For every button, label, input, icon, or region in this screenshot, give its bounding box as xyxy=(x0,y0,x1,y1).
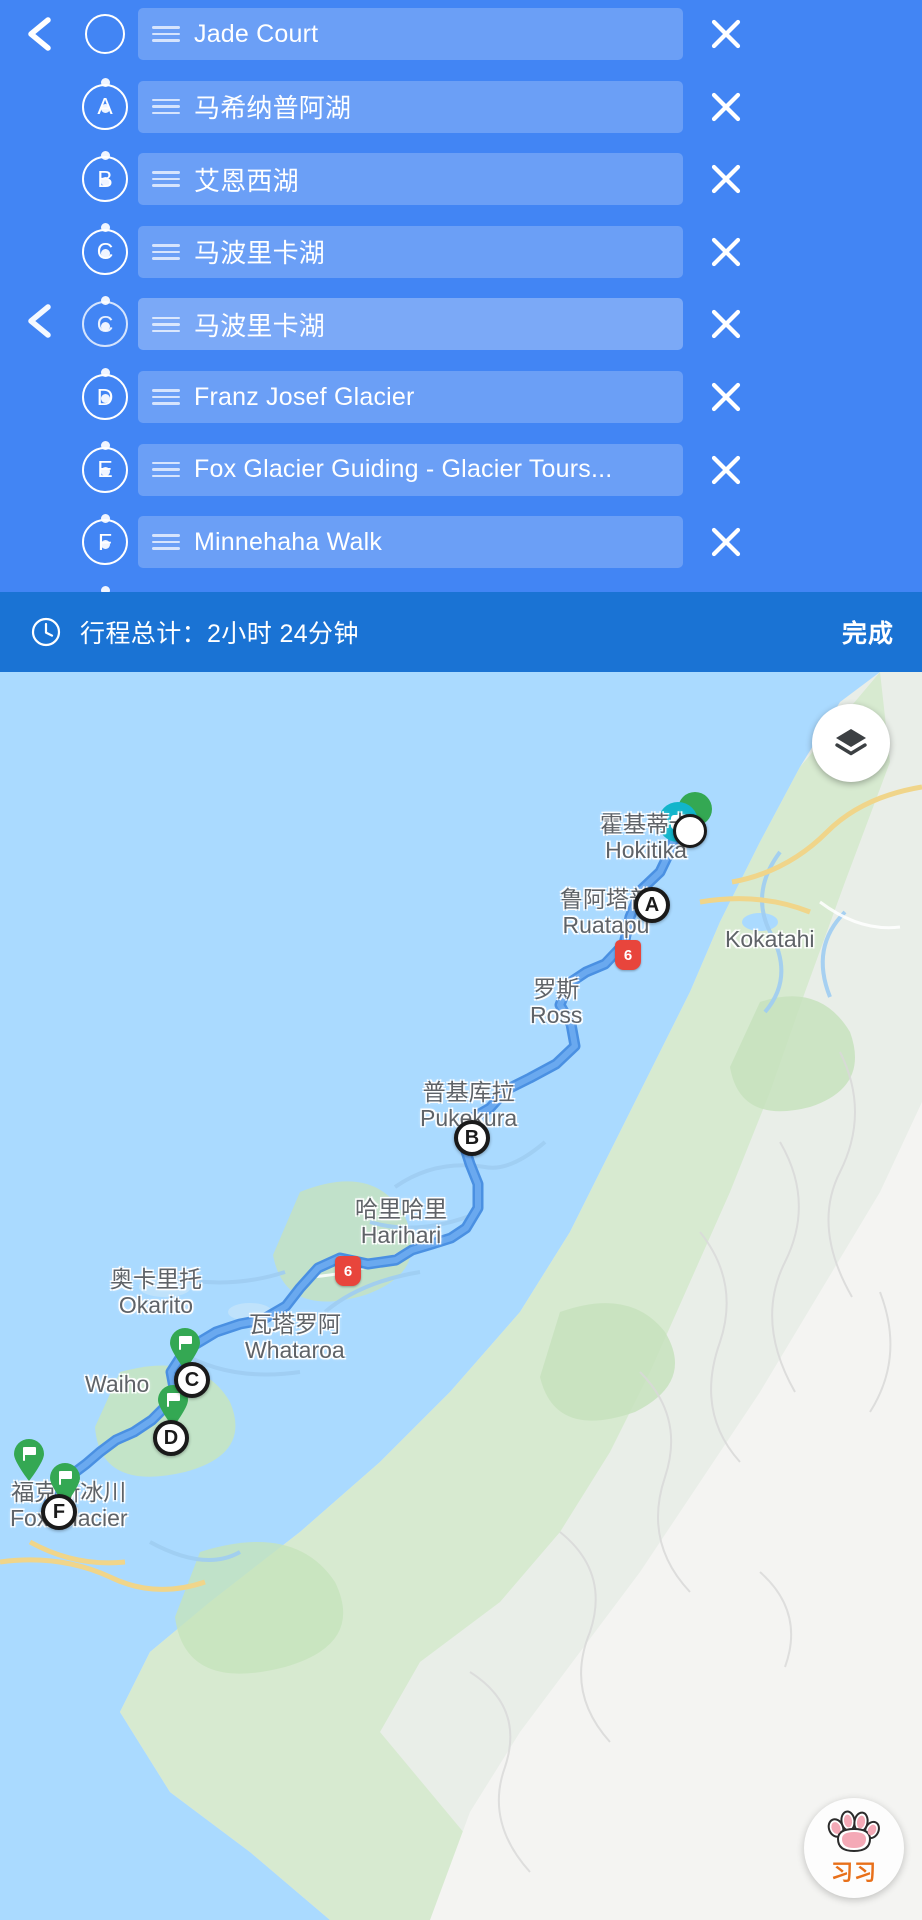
waypoint-label: 艾恩西湖 xyxy=(194,165,299,196)
waypoint-badge-a: A xyxy=(82,83,128,130)
drag-handle-icon[interactable] xyxy=(152,24,180,44)
map-waypoint-marker-a[interactable]: A xyxy=(634,887,670,923)
app-root: Jade Court A 马希纳普阿湖 B 艾恩西湖 C 马波里卡湖 C 马波里卡湖 D Franz… xyxy=(0,0,922,1920)
paw-icon xyxy=(827,1810,880,1853)
remove-waypoint-button[interactable] xyxy=(695,369,757,425)
highway-shield: 6 xyxy=(615,940,641,970)
map-waypoint-marker-d[interactable]: D xyxy=(153,1420,189,1456)
flag-pin-icon xyxy=(14,1439,44,1481)
waypoint-badge-b: B xyxy=(82,156,128,203)
waypoint-input-2[interactable]: 艾恩西湖 xyxy=(138,153,683,206)
waypoint-badge-c: C xyxy=(82,228,128,275)
drag-handle-icon[interactable] xyxy=(152,169,180,189)
waypoint-badge-e: E xyxy=(82,446,128,493)
drag-handle-icon[interactable] xyxy=(152,387,180,407)
saved-place-pin[interactable] xyxy=(12,1438,46,1482)
waypoint-row: A 马希纳普阿湖 xyxy=(0,79,922,135)
map-origin-marker[interactable] xyxy=(673,814,707,848)
map-waypoint-marker-b[interactable]: B xyxy=(454,1120,490,1156)
waypoint-row: Jade Court xyxy=(0,6,922,62)
remove-waypoint-button[interactable] xyxy=(695,224,757,280)
close-icon xyxy=(711,455,741,484)
done-button[interactable]: 完成 xyxy=(840,608,896,656)
waypoint-row: D Franz Josef Glacier xyxy=(0,369,922,425)
drag-handle-icon[interactable] xyxy=(152,97,180,117)
close-icon xyxy=(711,19,741,49)
waypoint-row: E Fox Glacier Guiding - Glacier Tours... xyxy=(0,442,922,498)
remove-waypoint-button[interactable] xyxy=(695,514,757,570)
close-icon xyxy=(711,237,741,266)
paw-badge-text: 习习 xyxy=(830,1860,877,1885)
remove-waypoint-button[interactable] xyxy=(695,442,757,498)
map-view[interactable]: 霍基蒂卡 Hokitika 鲁阿塔普 Ruatapu Kokatahi 罗斯 Ross 普基库… xyxy=(0,672,922,1920)
waypoint-label: Minnehaha Walk xyxy=(194,527,383,556)
remove-waypoint-button[interactable] xyxy=(695,6,757,62)
trip-total-text: 行程总计：2小时 24分钟 xyxy=(80,620,359,648)
close-icon xyxy=(711,92,741,121)
waypoint-label: Jade Court xyxy=(194,19,319,48)
map-base-graphics xyxy=(0,672,922,1920)
close-icon xyxy=(711,382,741,412)
waypoint-badge-c: C xyxy=(82,301,128,348)
waypoint-input-0[interactable]: Jade Court xyxy=(138,8,683,60)
map-waypoint-marker-f[interactable]: F xyxy=(41,1494,77,1530)
waypoint-badge-origin xyxy=(85,14,125,54)
map-waypoint-marker-c[interactable]: C xyxy=(174,1362,210,1398)
waypoint-input-7[interactable]: Minnehaha Walk xyxy=(138,516,683,569)
waypoint-row: C 马波里卡湖 xyxy=(0,224,922,280)
waypoint-badge-f: F xyxy=(82,519,128,566)
remove-waypoint-button[interactable] xyxy=(695,79,757,135)
trip-summary-bar: 行程总计：2小时 24分钟 完成 xyxy=(0,592,922,672)
waypoint-input-6[interactable]: Fox Glacier Guiding - Glacier Tours... xyxy=(138,443,683,496)
close-icon xyxy=(711,528,741,557)
waypoint-label: 马波里卡湖 xyxy=(194,310,326,341)
highway-shield: 6 xyxy=(335,1256,361,1286)
close-icon xyxy=(711,310,741,339)
waypoint-label: Fox Glacier Guiding - Glacier Tours... xyxy=(194,455,613,484)
drag-handle-icon[interactable] xyxy=(152,532,180,552)
waypoint-input-1[interactable]: 马希纳普阿湖 xyxy=(138,80,683,133)
close-icon xyxy=(711,165,741,194)
waypoint-row: F Minnehaha Walk xyxy=(0,514,922,570)
waypoint-badge-d: D xyxy=(82,374,128,420)
remove-waypoint-button[interactable] xyxy=(695,296,757,352)
waypoint-input-5[interactable]: Franz Josef Glacier xyxy=(138,371,683,423)
waypoint-label: Franz Josef Glacier xyxy=(194,382,415,411)
drag-handle-icon[interactable] xyxy=(152,460,180,480)
paw-watermark-badge[interactable]: 习习 xyxy=(804,1798,904,1898)
clock-icon xyxy=(30,616,62,648)
layers-icon xyxy=(835,729,867,756)
waypoint-label: 马希纳普阿湖 xyxy=(194,93,352,124)
remove-waypoint-button[interactable] xyxy=(695,151,757,207)
waypoint-label: 马波里卡湖 xyxy=(194,238,326,269)
waypoint-row: C 马波里卡湖 xyxy=(0,296,922,352)
waypoint-input-4[interactable]: 马波里卡湖 xyxy=(138,298,683,351)
drag-handle-icon[interactable] xyxy=(152,314,180,334)
waypoint-input-3[interactable]: 马波里卡湖 xyxy=(138,225,683,278)
map-layers-button[interactable] xyxy=(812,704,890,782)
drag-handle-icon[interactable] xyxy=(152,242,180,262)
waypoint-row: B 艾恩西湖 xyxy=(0,151,922,207)
trip-summary-left: 行程总计：2小时 24分钟 xyxy=(30,614,840,650)
